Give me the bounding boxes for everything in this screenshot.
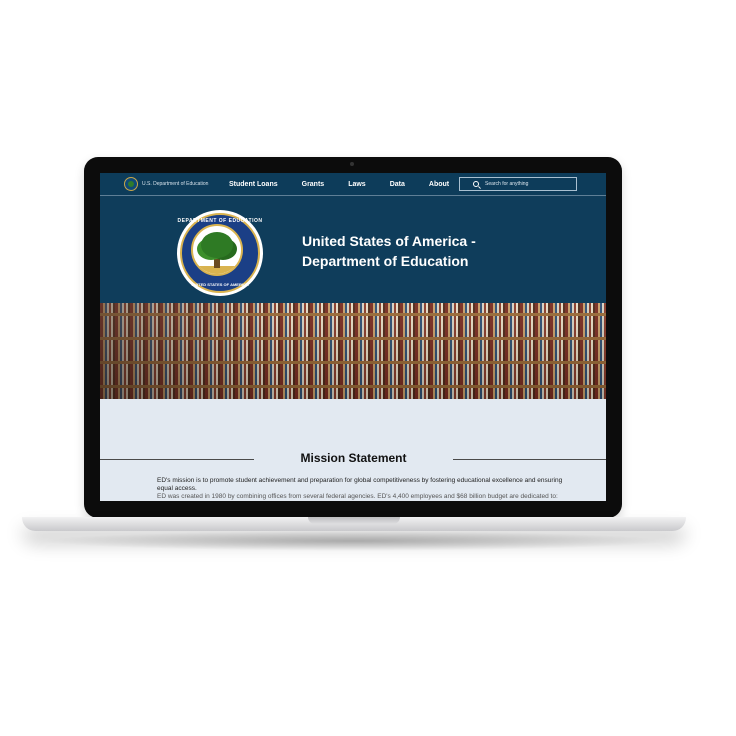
brand-logo[interactable]: U.S. Department of Education [124,176,208,192]
laptop-shadow [40,531,668,551]
divider-line [100,459,254,460]
hero-title: United States of America - Department of… [302,231,562,271]
mission-heading: Mission Statement [300,451,407,465]
laptop-base [22,517,686,531]
seal-tree-emblem [191,224,243,276]
hero-title-line2: Department of Education [302,253,469,269]
mission-paragraph: ED's mission is to promote student achie… [157,477,563,492]
nav-link-grants[interactable]: Grants [302,181,325,188]
image-shade [100,303,606,399]
divider-line [453,459,606,460]
laptop-screen: U.S. Department of Education Student Loa… [100,173,606,501]
mission-section: Mission Statement ED's mission is to pro… [100,399,606,501]
nav-links: Student Loans Grants Laws Data About [229,173,473,195]
search-box[interactable]: Search for anything [459,177,577,191]
seal-bottom-text: UNITED STATES OF AMERICA [191,282,249,287]
department-seal: DEPARTMENT OF EDUCATION UNITED STATES OF… [177,210,263,296]
seal-top-text: DEPARTMENT OF EDUCATION [177,218,263,224]
laptop-notch [308,517,400,524]
department-seal-icon [124,177,138,191]
brand-name: U.S. Department of Education [142,181,209,187]
mission-paragraph-cutoff: ED was created in 1980 by combining offi… [157,493,558,500]
library-bookshelf-image [100,303,606,399]
hero-title-line1: United States of America - [302,233,476,249]
nav-link-data[interactable]: Data [390,181,405,188]
top-navbar: U.S. Department of Education Student Loa… [100,173,606,196]
camera-icon [350,162,354,166]
hero-banner: DEPARTMENT OF EDUCATION UNITED STATES OF… [100,196,606,303]
search-icon[interactable] [473,181,479,187]
laptop-lid: U.S. Department of Education Student Loa… [84,157,622,518]
nav-link-about[interactable]: About [429,181,449,188]
nav-link-student-loans[interactable]: Student Loans [229,181,278,188]
search-input[interactable]: Search for anything [485,181,528,187]
tree-icon [201,232,233,258]
nav-link-laws[interactable]: Laws [348,181,366,188]
